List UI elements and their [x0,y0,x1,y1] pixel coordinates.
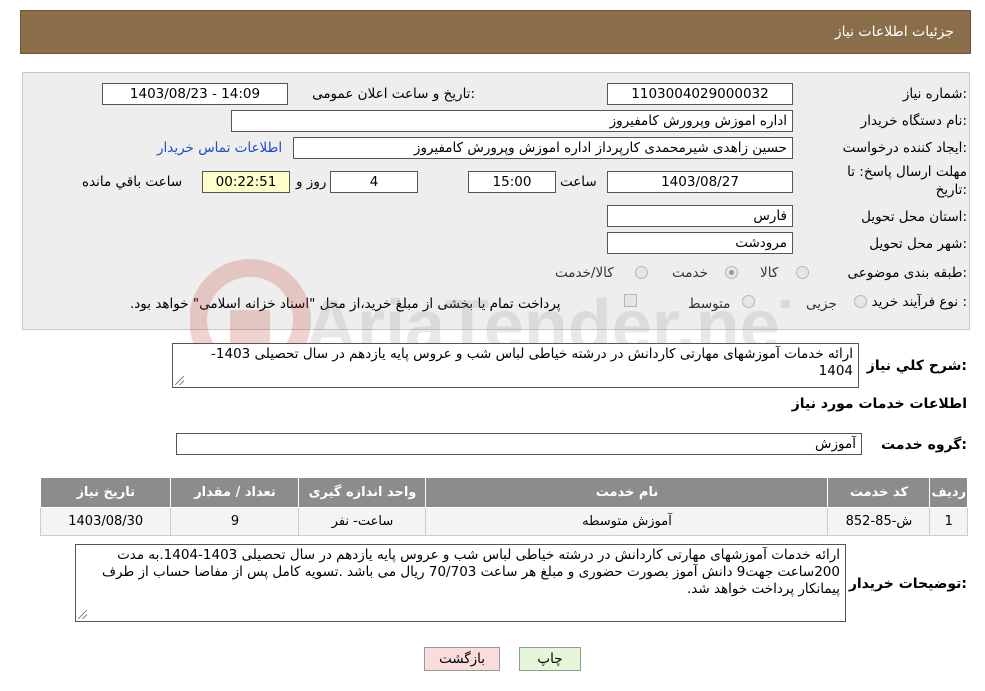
need-number-field: 1103004029000032 [607,83,793,105]
deadline-date-field: 1403/08/27 [607,171,793,193]
category-option-service: خدمت [672,265,708,281]
services-table-header: ردیف کد خدمت نام خدمت واحد اندازه گیری ت… [39,477,968,508]
cell-service-name: آموزش متوسطه [425,507,829,536]
summary-label: شرح کلي نیاز: [866,358,967,374]
buyer-org-label: نام دستگاه خریدار: [860,113,967,129]
announce-datetime-field: 1403/08/23 - 14:09 [102,83,288,105]
table-row: 1 ش-85-852 آموزش متوسطه ساعت- نفر 9 1403… [39,507,968,536]
service-group-field: آموزش [176,433,862,455]
province-label: استان محل تحویل: [861,209,967,225]
col-quantity: تعداد / مقدار [170,477,300,508]
category-label: طبقه بندی موضوعی: [847,265,967,281]
service-group-label: گروه خدمت: [881,437,967,453]
category-option-goods: کالا [760,265,779,281]
cell-unit: ساعت- نفر [298,507,427,536]
col-need-date: تاریخ نیاز [39,477,172,508]
need-number-label: شماره نیاز: [902,86,967,102]
city-field: مرودشت [607,232,793,254]
buyer-notes-textarea[interactable]: ارائه خدمات آموزشهای مهارتی کاردانش در د… [75,544,846,622]
time-remaining-field: 00:22:51 [202,171,290,193]
col-service-name: نام خدمت [425,477,829,508]
cell-service-code: ش-85-852 [827,507,931,536]
col-service-code: کد خدمت [827,477,931,508]
days-label: روز و [296,174,327,190]
deadline-time-label: ساعت [560,174,597,190]
cell-row: 1 [929,507,968,536]
buyer-notes-resize-handle[interactable] [78,610,87,619]
purchase-option-medium: متوسط [688,296,731,312]
purchase-radio-minor[interactable] [854,295,867,308]
print-button[interactable]: چاپ [519,647,581,671]
summary-resize-handle[interactable] [175,376,184,385]
purchase-option-minor: جزیی [806,296,837,312]
page-header: جزئیات اطلاعات نیاز [20,10,971,54]
city-label: شهر محل تحویل: [869,236,967,252]
buyer-notes-label: توضیحات خریدار: [848,576,967,592]
purchase-type-label: نوع فرآیند خرید : [871,294,967,310]
days-remaining-field: 4 [330,171,418,193]
col-unit: واحد اندازه گیری [298,477,427,508]
deadline-label-line2: تاریخ: [935,182,967,198]
services-table: ردیف کد خدمت نام خدمت واحد اندازه گیری ت… [39,477,968,536]
time-remaining-label: ساعت باقي مانده [82,174,183,190]
province-field: فارس [607,205,793,227]
deadline-time-field: 15:00 [468,171,556,193]
cell-need-date: 1403/08/30 [39,507,172,536]
category-radio-service[interactable] [725,266,738,279]
announce-datetime-label: تاریخ و ساعت اعلان عمومی: [312,86,475,102]
back-button[interactable]: بازگشت [424,647,500,671]
page-title: جزئیات اطلاعات نیاز [834,24,954,40]
buyer-org-field: اداره اموزش وپرورش کامفیروز [231,110,793,132]
cell-quantity: 9 [170,507,300,536]
summary-textarea[interactable]: ارائه خدمات آموزشهای مهارتی کاردانش در د… [172,343,859,388]
category-radio-goods-service[interactable] [635,266,648,279]
category-radio-goods[interactable] [796,266,809,279]
treasury-note: پرداخت تمام یا بخشی از مبلغ خرید،از محل … [130,296,561,312]
category-option-goods-service: کالا/خدمت [555,265,614,281]
deadline-label-line1: مهلت ارسال پاسخ: تا [847,164,967,180]
purchase-radio-medium[interactable] [742,295,755,308]
col-row: ردیف [929,477,968,508]
creator-field: حسین زاهدی شیرمحمدی کارپرداز اداره اموزش… [293,137,793,159]
treasury-checkbox[interactable] [624,294,637,307]
buyer-contact-link[interactable]: اطلاعات تماس خریدار [157,140,282,156]
services-title: اطلاعات خدمات مورد نیاز [791,396,967,412]
creator-label: ایجاد کننده درخواست: [842,140,967,156]
